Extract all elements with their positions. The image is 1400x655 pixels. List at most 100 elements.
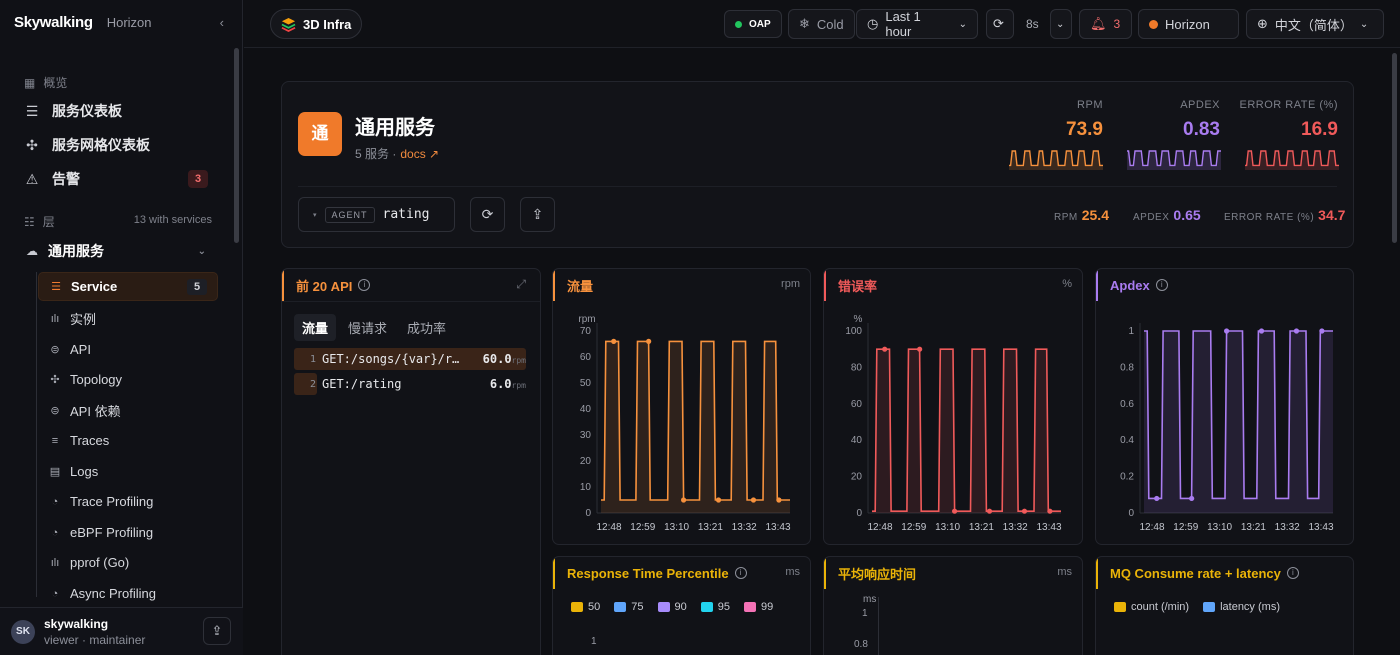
collapse-sidebar-icon[interactable]: ‹ [220,15,224,30]
error-rate-panel: 错误率 % % 0 20 40 60 80 100 12:48 12:59 13:10 13:21 1… [823,268,1083,545]
info-icon[interactable]: i [1286,567,1299,579]
avg-response-time-panel: 平均响应时间 ms ms 1 0.8 [823,556,1083,655]
overview-section-label: ▦ 概览 [24,75,68,91]
service-icon: ☰ [51,281,61,293]
x-tick-label: 13:32 [1003,522,1028,533]
language-select[interactable]: ⊕ 中文（简体） ⌄ [1246,9,1384,39]
export-button[interactable]: ⇪ [520,197,555,232]
refresh-interval-dropdown[interactable]: ⌄ [1050,9,1072,39]
layer-group-general-service[interactable]: ☁ 通用服务 ⌄ [16,237,218,265]
info-icon[interactable]: i [1155,279,1168,291]
sidebar-scrollbar[interactable] [234,48,239,243]
x-tick-label: 12:59 [630,522,655,533]
oap-status[interactable]: OAP [724,10,782,38]
sidebar-item-service[interactable]: ☰ Service 5 [38,272,218,301]
legend-item[interactable]: 95 [700,601,730,613]
sidebar-item-instance[interactable]: ılı 实例 [38,304,218,333]
series-line [872,348,1061,512]
y-tick-label: 0 [856,508,862,519]
view-3d-infra-button[interactable]: 3D Infra [270,9,363,39]
auto-refresh-button[interactable]: ⟳ [986,9,1014,39]
sidebar: Skywalking Horizon ‹ ▦ 概览 ☰ 服务仪表板 ✣ 服务网格仪… [0,0,243,655]
api-dependency-icon: ⊜ [50,405,60,417]
service-title: 通用服务 [355,117,435,139]
apdex-panel: Apdex i 0 0.2 0.4 0.6 0.8 1 12:48 12:59 13:10 13:2… [1095,268,1354,545]
nav-mesh-dashboard[interactable]: ✣ 服务网格仪表板 [22,131,218,159]
docs-link[interactable]: docs ↗ [400,147,439,161]
nav-service-dashboard[interactable]: ☰ 服务仪表板 [22,97,218,125]
api-rank: 1 [309,353,316,365]
logout-button[interactable]: ⇪ [203,617,231,645]
agent-selector[interactable]: ▾ AGENT rating [298,197,455,232]
info-icon[interactable]: i [734,567,747,579]
y-axis [878,597,879,655]
y-tick-label: 100 [845,326,862,337]
nav-alerts[interactable]: ⚠ 告警 3 [22,165,218,193]
api-row[interactable]: 1 GET:/songs/{var}/r… 60.0rpm [294,348,526,370]
alert-count-badge: 3 [188,170,208,188]
refresh-button[interactable]: ⟳ [470,197,505,232]
mq-consume-panel: MQ Consume rate + latency i count (/min) … [1095,556,1354,655]
series-area [1144,331,1333,513]
legend-item[interactable]: 50 [571,601,600,613]
sidebar-item-ebpf-profiling[interactable]: ◔ eBPF Profiling [38,518,218,547]
data-point [1021,508,1028,514]
sidebar-item-api-dependency[interactable]: ⊜ API 依赖 [38,396,218,425]
info-icon[interactable]: i [358,279,371,291]
panel-unit: rpm [781,278,800,290]
y-tick: 1 [591,636,597,647]
y-tick-label: 20 [851,472,863,483]
apdex-chart[interactable]: 0 0.2 0.4 0.6 0.8 1 12:48 12:59 13:10 13:21 13:32 1… [1096,301,1353,541]
api-row[interactable]: 2 GET:/rating 6.0rpm [294,373,526,395]
sidebar-item-logs[interactable]: ▤ Logs [38,457,218,486]
sidebar-item-traces[interactable]: ≡ Traces [38,426,218,455]
sidebar-item-topology[interactable]: ✣ Topology [38,365,218,394]
alerts-button[interactable]: 🔔︎ 3 [1079,9,1132,39]
data-point [917,346,923,352]
y-tick-label: 0.4 [1120,435,1134,446]
y-tick-label: 20 [580,456,592,467]
x-tick-label: 12:48 [1139,522,1164,533]
sidebar-item-async-profiling[interactable]: ◔ Async Profiling [38,579,218,608]
tab-success[interactable]: 成功率 [399,314,454,341]
tab-traffic[interactable]: 流量 [294,314,337,341]
traffic-chart[interactable]: rpm 0 10 20 30 40 50 60 70 12:48 12:59 13:10 13:21 13… [553,301,810,541]
skywalking-logo: Skywalking [14,14,93,31]
data-point [1293,328,1300,334]
x-tick-label: 13:21 [698,522,723,533]
y-tick-label: 50 [580,378,592,389]
sidebar-item-trace-profiling[interactable]: ◔ Trace Profiling [38,487,218,516]
y-tick-label: 30 [580,430,592,441]
theme-select[interactable]: Horizon [1138,9,1239,39]
sidebar-item-pprof[interactable]: ılı pprof (Go) [38,548,218,577]
theme-dot-icon [1149,19,1158,29]
legend-item[interactable]: 75 [614,601,644,613]
cold-toggle[interactable]: ❄ Cold [788,9,855,39]
chevron-down-icon: ⌄ [958,18,967,30]
small-kpi-rpm: RPM 25.4 [1054,207,1109,223]
refresh-icon: ⟳ [481,206,494,222]
legend-item[interactable]: latency (ms) [1203,601,1280,613]
legend-item[interactable]: 90 [657,601,687,613]
y-tick-label: 40 [580,404,592,415]
legend-item[interactable]: count (/min) [1114,601,1189,613]
error-rate-chart[interactable]: % 0 20 40 60 80 100 12:48 12:59 13:10 13:21 13:32 13… [824,301,1082,541]
status-dot-icon [735,20,742,28]
x-tick-label: 12:59 [1173,522,1198,533]
data-point [750,497,757,503]
time-range-select[interactable]: ◷ Last 1 hour ⌄ [856,9,978,39]
legend-item[interactable]: 99 [744,601,773,613]
refresh-interval: 8s [1026,17,1039,31]
y-tick-label: 0.8 [1120,362,1134,373]
top-bar: 3D Infra OAP ❄ Cold ◷ Last 1 hour ⌄ ⟳ 8s… [244,0,1400,48]
api-tabs: 流量 慢请求 成功率 [294,314,454,341]
expand-icon[interactable]: ⤢ [516,277,526,292]
data-point [1154,495,1160,502]
main-scrollbar[interactable] [1392,53,1397,243]
small-kpi-apdex: APDEX 0.65 [1133,207,1201,223]
avatar[interactable]: SK [11,620,35,644]
api-value-unit: rpm [511,381,526,390]
brand[interactable]: Skywalking Horizon [14,14,152,31]
tab-slow[interactable]: 慢请求 [340,314,395,341]
sidebar-item-api[interactable]: ⊜ API [38,335,218,364]
